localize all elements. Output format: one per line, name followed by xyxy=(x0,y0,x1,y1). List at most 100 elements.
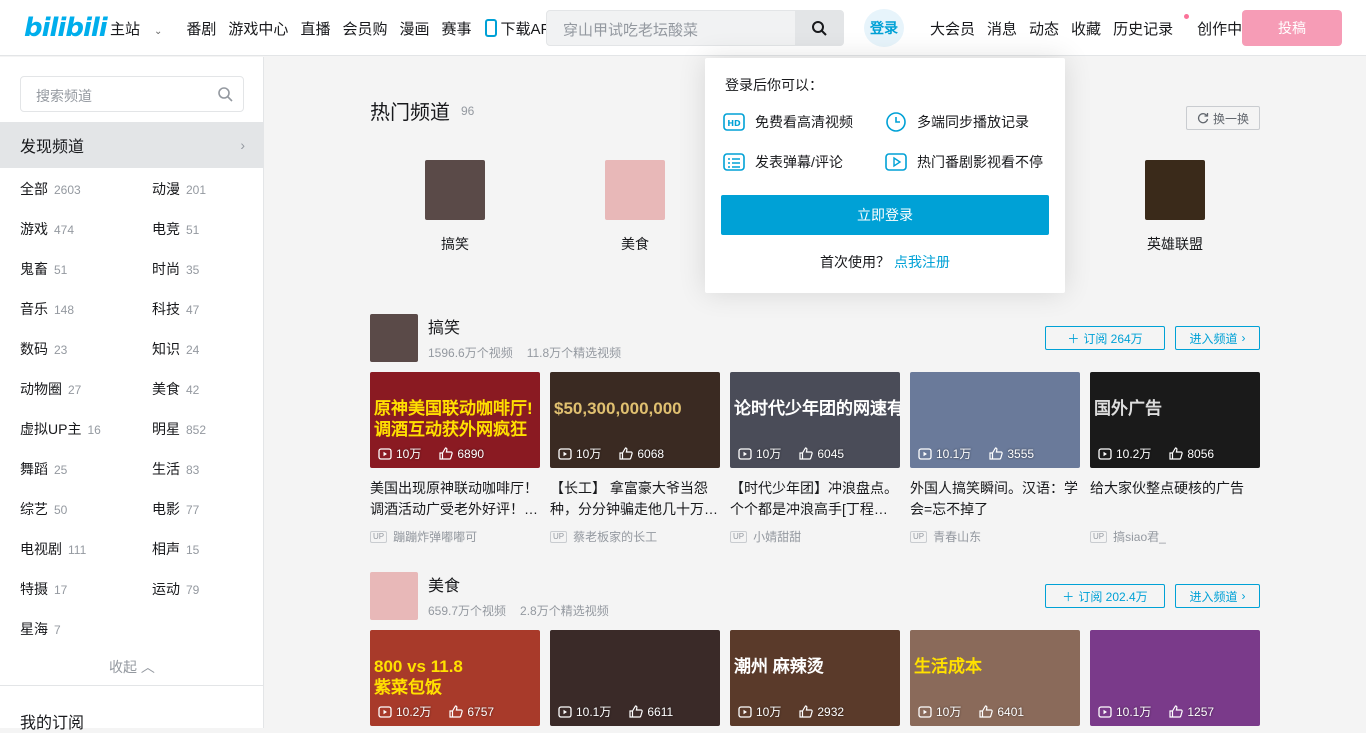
video-card[interactable]: 生活成本 10万 6401 xyxy=(910,630,1080,726)
video-uploader[interactable]: UP 蔡老板家的长工 xyxy=(550,528,720,545)
category-item[interactable]: 全部 2603 xyxy=(20,179,81,199)
video-title[interactable]: 外国人搞笑瞬间。汉语：学会=忘不掉了 xyxy=(910,478,1080,520)
category-item[interactable]: 电视剧 111 xyxy=(20,539,86,559)
section-name[interactable]: 美食 xyxy=(428,572,460,596)
video-thumbnail[interactable]: 原神美国联动咖啡厅! 调酒互动获外网疯狂 10万 6890 xyxy=(370,372,540,468)
category-item[interactable]: 鬼畜 51 xyxy=(20,259,67,279)
bilibili-logo[interactable]: bilibili xyxy=(24,12,108,44)
category-item[interactable]: 美食 42 xyxy=(152,379,199,399)
category-item[interactable]: 综艺 50 xyxy=(20,499,67,519)
register-link[interactable]: 点我注册 xyxy=(894,254,950,270)
video-card[interactable]: $50,300,000,000 10万 6068 【长工】 拿富豪大爷当怨种，分分… xyxy=(550,372,720,545)
refresh-button[interactable]: 换一换 xyxy=(1186,106,1260,130)
category-item[interactable]: 特摄 17 xyxy=(20,579,67,599)
video-card[interactable]: 原神美国联动咖啡厅! 调酒互动获外网疯狂 10万 6890 美国出现原神联动咖啡厅！… xyxy=(370,372,540,545)
nav-history[interactable]: 历史记录 xyxy=(1113,13,1190,39)
plus-icon: ＋ xyxy=(1062,589,1075,604)
nav-dynamics[interactable]: 动态 xyxy=(1029,18,1059,39)
hot-channel-item[interactable]: 美食 xyxy=(595,160,675,254)
video-thumbnail[interactable]: 10.1万 1257 xyxy=(1090,630,1260,726)
video-title[interactable]: 美国出现原神联动咖啡厅！调酒活动广受老外好评！… xyxy=(370,478,540,520)
discover-channels[interactable]: 发现频道 › xyxy=(0,122,263,168)
video-card[interactable]: 800 vs 11.8 紫菜包饭 10.2万 6757 xyxy=(370,630,540,726)
nav-vip[interactable]: 大会员 xyxy=(930,18,975,39)
category-item[interactable]: 相声 15 xyxy=(152,539,199,559)
video-thumbnail[interactable]: 生活成本 10万 6401 xyxy=(910,630,1080,726)
collapse-button[interactable]: 收起 ︿ xyxy=(109,657,155,677)
subscribe-button[interactable]: ＋订阅 202.4万 xyxy=(1045,584,1165,608)
enter-channel-button[interactable]: 进入频道 › xyxy=(1175,584,1260,608)
phone-icon xyxy=(484,19,497,37)
category-item[interactable]: 明星 852 xyxy=(152,419,206,439)
search-bar[interactable]: 穿山甲试吃老坛酸菜 xyxy=(546,10,844,46)
category-item[interactable]: 游戏 474 xyxy=(20,219,74,239)
category-item[interactable]: 科技 47 xyxy=(152,299,199,319)
play-count-icon xyxy=(558,705,572,718)
video-uploader[interactable]: UP 青春山东 xyxy=(910,528,1080,545)
category-item[interactable]: 虚拟UP主 16 xyxy=(20,419,101,439)
channel-search-input[interactable]: 搜索频道 xyxy=(36,86,92,106)
category-item[interactable]: 时尚 35 xyxy=(152,259,199,279)
login-now-button[interactable]: 立即登录 xyxy=(721,195,1049,235)
video-thumbnail[interactable]: 潮州 麻辣烫 10万 2932 xyxy=(730,630,900,726)
category-item[interactable]: 舞蹈 25 xyxy=(20,459,67,479)
section-avatar[interactable] xyxy=(370,314,418,362)
subscribe-button[interactable]: ＋订阅 264万 xyxy=(1045,326,1165,350)
video-thumbnail[interactable]: 800 vs 11.8 紫菜包饭 10.2万 6757 xyxy=(370,630,540,726)
nav-manga[interactable]: 漫画 xyxy=(399,18,429,39)
nav-home[interactable]: 主站 ⌄ xyxy=(110,18,174,39)
video-title[interactable]: 给大家伙整点硬核的广告 xyxy=(1090,478,1260,520)
category-item[interactable]: 动物圈 27 xyxy=(20,379,81,399)
enter-channel-button[interactable]: 进入频道 › xyxy=(1175,326,1260,350)
search-icon[interactable] xyxy=(217,86,233,102)
search-button[interactable] xyxy=(795,10,843,46)
category-item[interactable]: 动漫 201 xyxy=(152,179,206,199)
video-card[interactable]: 国外广告 10.2万 8056 给大家伙整点硬核的广告 UP 搞siao君_ xyxy=(1090,372,1260,545)
category-item[interactable]: 音乐 148 xyxy=(20,299,74,319)
plus-icon: ＋ xyxy=(1067,331,1080,346)
nav-game-center[interactable]: 游戏中心 xyxy=(228,18,288,39)
video-thumbnail[interactable]: 10.1万 3555 xyxy=(910,372,1080,468)
video-thumbnail[interactable]: 10.1万 6611 xyxy=(550,630,720,726)
video-thumbnail[interactable]: 国外广告 10.2万 8056 xyxy=(1090,372,1260,468)
video-card[interactable]: 10.1万 3555 外国人搞笑瞬间。汉语：学会=忘不掉了 UP 青春山东 xyxy=(910,372,1080,545)
video-uploader[interactable]: UP 搞siao君_ xyxy=(1090,528,1260,545)
category-item[interactable]: 星海 7 xyxy=(20,619,61,639)
login-avatar-button[interactable]: 登录 xyxy=(864,9,904,47)
category-item[interactable]: 生活 83 xyxy=(152,459,199,479)
video-uploader[interactable]: UP 小婧甜甜 xyxy=(730,528,900,545)
category-item[interactable]: 知识 24 xyxy=(152,339,199,359)
thumbnail-text: 国外广告 xyxy=(1094,399,1162,418)
category-item[interactable]: 数码 23 xyxy=(20,339,67,359)
nav-live[interactable]: 直播 xyxy=(300,18,330,39)
upload-button[interactable]: 投稿 xyxy=(1242,10,1342,46)
nav-shop[interactable]: 会员购 xyxy=(342,18,387,39)
video-card[interactable]: 潮州 麻辣烫 10万 2932 xyxy=(730,630,900,726)
video-card[interactable]: 10.1万 6611 xyxy=(550,630,720,726)
hot-channel-item[interactable]: 搞笑 xyxy=(415,160,495,254)
hot-channel-item[interactable]: 英雄联盟 xyxy=(1135,160,1215,254)
search-input[interactable]: 穿山甲试吃老坛酸菜 xyxy=(563,19,698,40)
category-item[interactable]: 电竞 51 xyxy=(152,219,199,239)
nav-anime[interactable]: 番剧 xyxy=(186,18,216,39)
video-title[interactable]: 【长工】 拿富豪大爷当怨种，分分钟骗走他几十万… xyxy=(550,478,720,520)
nav-esports[interactable]: 赛事 xyxy=(441,18,471,39)
video-title[interactable]: 【时代少年团】冲浪盘点。个个都是冲浪高手[丁程… xyxy=(730,478,900,520)
channel-search-field[interactable]: 搜索频道 xyxy=(20,76,244,112)
category-item[interactable]: 运动 79 xyxy=(152,579,199,599)
my-subscriptions[interactable]: 我的订阅 xyxy=(20,709,84,733)
nav-favorites[interactable]: 收藏 xyxy=(1071,18,1101,39)
hd-icon: HD xyxy=(723,113,745,131)
category-item[interactable]: 电影 77 xyxy=(152,499,199,519)
video-card[interactable]: 论时代少年团的网速有多快 10万6045 【时代少年团】冲浪盘点。个个都是冲浪高… xyxy=(730,372,900,545)
section-avatar[interactable] xyxy=(370,572,418,620)
thumbnail-text: 800 vs 11.8 紫菜包饭 xyxy=(374,657,463,697)
video-thumbnail[interactable]: $50,300,000,000 10万 6068 xyxy=(550,372,720,468)
video-thumbnail[interactable]: 论时代少年团的网速有多快 10万6045 xyxy=(730,372,900,468)
nav-messages[interactable]: 消息 xyxy=(987,18,1017,39)
video-card[interactable]: 10.1万 1257 xyxy=(1090,630,1260,726)
like-icon xyxy=(1169,705,1184,718)
play-icon xyxy=(885,153,907,171)
video-uploader[interactable]: UP 蹦蹦炸弹嘟嘟可 xyxy=(370,528,540,545)
section-name[interactable]: 搞笑 xyxy=(428,314,460,338)
